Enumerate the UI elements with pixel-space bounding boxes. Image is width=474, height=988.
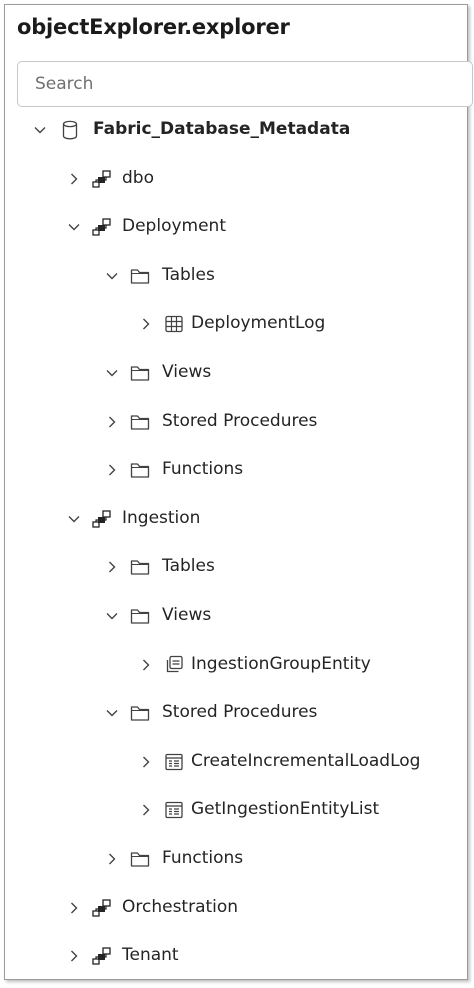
chevron-right-icon[interactable] [67,172,81,186]
chevron-right-icon[interactable] [105,560,119,574]
tree-node[interactable]: Functions [5,455,467,487]
tree-node-label: dbo [122,167,154,188]
chevron-right-icon[interactable] [105,852,119,866]
folder-icon [129,702,151,724]
tree-node[interactable]: DeploymentLog [5,309,467,341]
chevron-right-icon[interactable] [67,949,81,963]
procedure-icon [163,751,185,773]
database-icon [59,119,81,141]
folder-icon [129,265,151,287]
tree-node-label: Stored Procedures [162,702,318,723]
chevron-down-icon[interactable] [67,220,81,234]
folder-icon [129,848,151,870]
tree-node-label: Orchestration [122,896,239,917]
tree-node[interactable]: Functions [5,844,467,876]
chevron-right-icon[interactable] [67,901,81,915]
schema-icon [91,945,113,967]
chevron-right-icon[interactable] [139,803,153,817]
search-box[interactable] [17,61,473,107]
chevron-down-icon[interactable] [105,366,119,380]
folder-icon [129,362,151,384]
tree-node-label: Tables [162,264,215,285]
panel-title: objectExplorer.explorer [17,15,290,39]
folder-icon [129,605,151,627]
tree-node-label: Functions [162,848,244,868]
chevron-right-icon[interactable] [139,658,153,672]
tree-node[interactable]: IngestionGroupEntity [5,650,467,682]
tree-node[interactable]: Ingestion [5,504,467,536]
tree-node-label: DeploymentLog [191,313,326,334]
chevron-right-icon[interactable] [105,463,119,477]
tree-node[interactable]: Views [5,601,467,633]
tree-node[interactable]: CreateIncrementalLoadLog [5,747,467,779]
chevron-right-icon[interactable] [105,415,119,429]
tree-node[interactable]: Fabric_Database_Metadata [5,115,467,147]
tree-node[interactable]: Orchestration [5,893,467,925]
tree-node-label: GetIngestionEntityList [191,799,380,820]
table-icon [163,313,185,335]
tree-node[interactable]: dbo [5,164,467,196]
schema-icon [91,216,113,238]
tree-node[interactable]: GetIngestionEntityList [5,795,467,827]
tree-node[interactable]: Stored Procedures [5,407,467,439]
tree-node-label: Tables [162,556,215,577]
tree-node[interactable]: Tables [5,261,467,293]
tree-node-label: Fabric_Database_Metadata [93,119,351,139]
tree-node-label: Tenant [122,945,179,966]
tree-node-label: Stored Procedures [162,410,318,431]
chevron-down-icon[interactable] [33,123,47,137]
chevron-right-icon[interactable] [139,317,153,331]
search-input[interactable] [18,62,472,106]
object-explorer-panel: objectExplorer.explorer Fabric_Database_… [4,4,473,980]
chevron-right-icon[interactable] [139,755,153,769]
procedure-icon [163,799,185,821]
folder-icon [129,459,151,481]
tree-node[interactable]: Views [5,358,467,390]
chevron-down-icon[interactable] [105,706,119,720]
schema-icon [91,897,113,919]
schema-icon [91,508,113,530]
tree-node-label: CreateIncrementalLoadLog [191,750,421,771]
tree-node-label: Views [162,362,212,382]
chevron-down-icon[interactable] [105,609,119,623]
tree-node-label: Ingestion [122,507,201,528]
tree-node-label: IngestionGroupEntity [191,653,371,674]
view-icon [163,654,185,676]
folder-icon [129,411,151,433]
tree-node[interactable]: Stored Procedures [5,698,467,730]
tree-node[interactable]: Tables [5,552,467,584]
chevron-down-icon[interactable] [67,512,81,526]
tree-node[interactable]: Tenant [5,941,467,973]
schema-icon [91,168,113,190]
chevron-down-icon[interactable] [105,269,119,283]
tree-node-label: Functions [162,459,244,480]
folder-icon [129,556,151,578]
tree-node-label: Deployment [122,216,226,237]
tree-node[interactable]: Deployment [5,212,467,244]
tree-node-label: Views [162,605,212,625]
